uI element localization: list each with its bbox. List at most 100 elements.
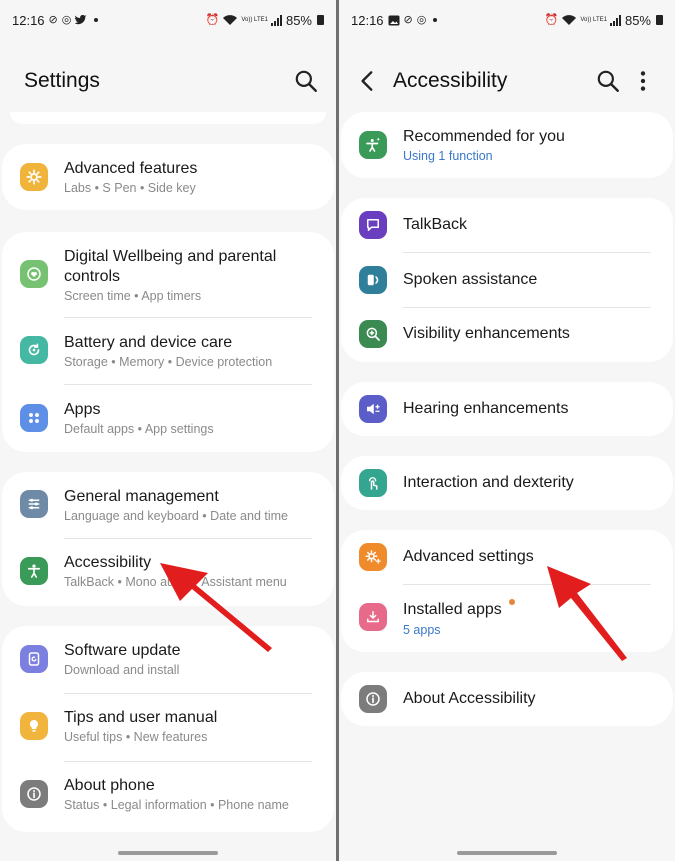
item-subtitle: Screen time • App timers — [64, 289, 202, 303]
battery-percent: 85% — [285, 12, 312, 28]
item-subtitle: Labs • S Pen • Side key — [64, 181, 196, 195]
whatsapp-icon: ◎ — [416, 13, 427, 26]
acc-item-hearing-enhancements[interactable]: Hearing enhancements — [341, 382, 673, 436]
acc-item-advanced-settings[interactable]: Advanced settings — [341, 530, 673, 584]
update-icon — [20, 645, 48, 673]
acc-item-visibility-enhancements[interactable]: Visibility enhancements — [341, 308, 673, 362]
item-title: Visibility enhancements — [403, 325, 570, 342]
item-subtitle: Default apps • App settings — [64, 422, 214, 436]
settings-screen: 12:16 ⊘ ◎ ⏰ Vo)) LTE1 85% Settings Advan… — [0, 0, 336, 861]
item-subtitle: Download and install — [64, 663, 180, 677]
settings-item-digital-wellbeing[interactable]: Digital Wellbeing and parental controls … — [2, 232, 334, 314]
accessibility-person-icon — [20, 557, 48, 585]
settings-item-accessibility[interactable]: Accessibility TalkBack • Mono audio • As… — [2, 539, 334, 605]
page-title: Settings — [24, 69, 100, 92]
item-subtitle: Storage • Memory • Device protection — [64, 355, 273, 369]
twitter-icon — [75, 15, 87, 25]
item-title: Apps — [64, 401, 101, 418]
item-title: Advanced settings — [403, 548, 534, 565]
gear-plus-icon — [359, 543, 387, 571]
accessibility-group-6: About Accessibility — [341, 672, 673, 726]
settings-group-3: General management Language and keyboard… — [2, 472, 334, 606]
search-icon[interactable] — [293, 68, 319, 94]
accessibility-group-1: Recommended for you Using 1 function — [341, 112, 673, 178]
item-title: Recommended for you — [403, 128, 565, 145]
accessibility-header: Accessibility — [339, 58, 675, 104]
item-title: Hearing enhancements — [403, 400, 569, 417]
settings-group-2: Digital Wellbeing and parental controls … — [2, 232, 334, 452]
settings-item-battery-device-care[interactable]: Battery and device care Storage • Memory… — [2, 318, 334, 384]
item-title: TalkBack — [403, 216, 468, 233]
item-subtitle: TalkBack • Mono audio • Assistant menu — [64, 575, 287, 589]
settings-item-tips[interactable]: Tips and user manual Useful tips • New f… — [2, 694, 334, 760]
settings-group-1: Advanced features Labs • S Pen • Side ke… — [2, 144, 334, 210]
gesture-nav-bar[interactable] — [457, 851, 557, 855]
gear-plus-icon — [20, 163, 48, 191]
magnifier-icon — [359, 320, 387, 348]
settings-item-about-phone[interactable]: About phone Status • Legal information •… — [2, 762, 334, 828]
wifi-icon — [223, 15, 238, 25]
notification-dot — [433, 18, 438, 22]
battery-icon — [317, 15, 324, 25]
search-icon[interactable] — [595, 68, 621, 94]
more-options-icon[interactable] — [630, 68, 656, 94]
lightbulb-icon — [20, 712, 48, 740]
settings-group-4: Software update Download and install Tip… — [2, 626, 334, 832]
acc-item-spoken-assistance[interactable]: Spoken assistance — [341, 253, 673, 307]
accessibility-group-2: TalkBack Spoken assistance Visibility en… — [341, 198, 673, 362]
info-icon — [359, 685, 387, 713]
sliders-icon — [20, 490, 48, 518]
settings-item-general-management[interactable]: General management Language and keyboard… — [2, 472, 334, 538]
network-label: Vo)) LTE1 — [580, 17, 607, 23]
item-title: About Accessibility — [403, 690, 536, 707]
notification-dot — [94, 18, 99, 22]
scrolled-card-edge — [10, 112, 326, 124]
speaker-icon — [359, 266, 387, 294]
speech-bubble-icon — [359, 211, 387, 239]
refresh-circle-icon — [20, 336, 48, 364]
item-title: Battery and device care — [64, 334, 233, 351]
item-title: Interaction and dexterity — [403, 474, 574, 491]
item-title: Accessibility — [64, 554, 152, 571]
item-subtitle: Status • Legal information • Phone name — [64, 798, 289, 812]
settings-item-apps[interactable]: Apps Default apps • App settings — [2, 385, 334, 451]
heart-circle-icon — [20, 260, 48, 288]
status-time: 12:16 — [351, 12, 384, 28]
status-bar: 12:16 ⊘ ◎ ⏰ Vo)) LTE1 85% — [12, 10, 324, 30]
alarm-icon: ⏰ — [205, 13, 220, 26]
item-title: Digital Wellbeing and parental controls — [64, 248, 277, 285]
accessibility-group-3: Hearing enhancements — [341, 382, 673, 436]
status-time: 12:16 — [12, 12, 45, 28]
status-bar: 12:16 ⊘ ◎ ⏰ Vo)) LTE1 85% — [351, 10, 663, 30]
signal-icon — [270, 14, 282, 26]
new-badge-dot — [509, 599, 515, 605]
acc-item-interaction-dexterity[interactable]: Interaction and dexterity — [341, 456, 673, 510]
accessibility-screen: 12:16 ⊘ ◎ ⏰ Vo)) LTE1 85% Accessibility — [339, 0, 675, 861]
item-subtitle: Useful tips • New features — [64, 730, 208, 744]
settings-item-software-update[interactable]: Software update Download and install — [2, 626, 334, 692]
item-title: Software update — [64, 642, 181, 659]
acc-item-talkback[interactable]: TalkBack — [341, 198, 673, 252]
item-title: Tips and user manual — [64, 709, 218, 726]
acc-item-installed-apps[interactable]: Installed apps 5 apps — [341, 585, 673, 651]
volume-icon — [359, 395, 387, 423]
item-subtitle: Language and keyboard • Date and time — [64, 509, 288, 523]
item-title: Advanced features — [64, 160, 198, 177]
gesture-nav-bar[interactable] — [118, 851, 218, 855]
whatsapp-icon: ◎ — [61, 13, 72, 26]
check-circle-icon: ⊘ — [403, 13, 413, 26]
settings-item-advanced-features[interactable]: Advanced features Labs • S Pen • Side ke… — [2, 144, 334, 210]
acc-item-recommended[interactable]: Recommended for you Using 1 function — [341, 112, 673, 178]
download-box-icon — [359, 603, 387, 631]
item-title: Spoken assistance — [403, 271, 538, 288]
battery-percent: 85% — [624, 12, 651, 28]
item-subtitle: 5 apps — [403, 623, 441, 637]
settings-header: Settings — [0, 58, 336, 104]
acc-item-about-accessibility[interactable]: About Accessibility — [341, 672, 673, 726]
item-title: Installed apps — [403, 601, 502, 618]
battery-icon — [656, 15, 663, 25]
signal-icon — [609, 14, 621, 26]
accessibility-group-5: Advanced settings Installed apps 5 apps — [341, 530, 673, 652]
back-arrow-icon[interactable] — [355, 68, 381, 94]
wifi-icon — [562, 15, 577, 25]
